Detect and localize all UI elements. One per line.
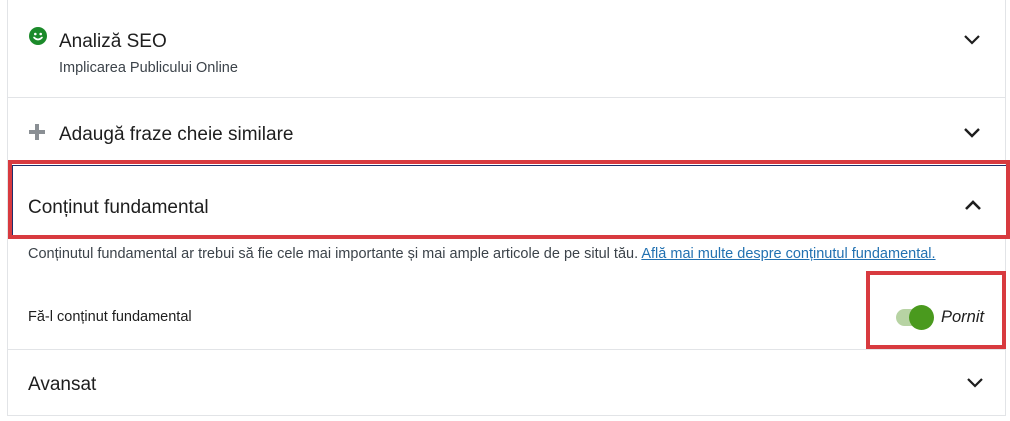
- learn-more-link[interactable]: Află mai multe despre conținutul fundame…: [641, 246, 935, 262]
- smiley-icon: [29, 27, 47, 45]
- chevron-down-icon[interactable]: [963, 127, 981, 139]
- cornerstone-description: Conținutul fundamental ar trebui să fie …: [28, 243, 968, 266]
- cornerstone-description-text: Conținutul fundamental ar trebui să fie …: [28, 246, 639, 262]
- related-keyphrases-title: Adaugă fraze cheie similare: [59, 124, 294, 145]
- plus-icon: [29, 124, 45, 140]
- seo-analysis-subtitle: Implicarea Publicului Online: [59, 60, 238, 76]
- highlight-box-toggle: [866, 271, 1006, 349]
- cornerstone-toggle-label: Fă-l conținut fundamental: [28, 309, 192, 325]
- divider: [7, 349, 1006, 350]
- chevron-down-icon[interactable]: [963, 34, 981, 46]
- chevron-down-icon[interactable]: [966, 377, 984, 389]
- divider: [7, 97, 1006, 98]
- seo-analysis-title: Analiză SEO: [59, 31, 167, 52]
- advanced-title: Avansat: [28, 374, 97, 395]
- highlight-box-cornerstone-header: [8, 160, 1010, 239]
